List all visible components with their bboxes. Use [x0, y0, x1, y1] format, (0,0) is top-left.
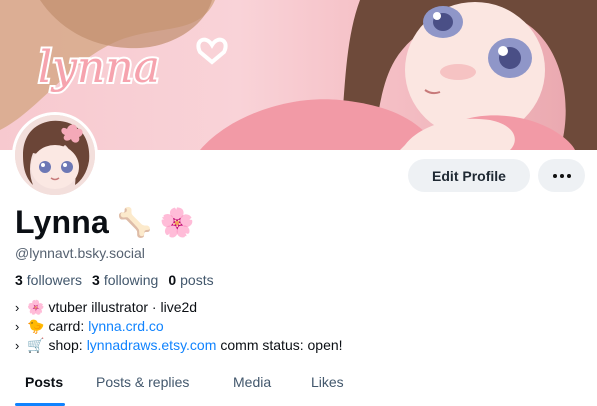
profile-tabs: Posts Posts & replies Media Likes: [0, 363, 597, 406]
more-options-button[interactable]: [538, 159, 585, 192]
followers-stat[interactable]: 3 followers: [15, 272, 82, 288]
following-count: 3: [92, 272, 100, 288]
bone-emoji-icon: 🦴: [117, 207, 152, 238]
bio-line: › 🐤 carrd: lynna.crd.co: [15, 317, 343, 336]
edit-profile-button[interactable]: Edit Profile: [408, 159, 530, 192]
profile-stats: 3 followers 3 following 0 posts: [15, 272, 214, 288]
sakura-emoji-icon: 🌸: [27, 299, 45, 315]
display-name: Lynna: [15, 204, 110, 240]
ellipsis-icon-dot: [559, 173, 564, 178]
banner-heart-icon: [196, 37, 228, 65]
sakura-emoji-icon: 🌸: [159, 207, 195, 238]
cart-emoji-icon: 🛒: [27, 337, 45, 353]
bio-text: vtuber illustrator · live2d: [48, 299, 198, 315]
carrd-link[interactable]: lynna.crd.co: [88, 317, 163, 336]
chevron-right-icon: ›: [15, 319, 20, 334]
profile-banner[interactable]: lynna lynna: [0, 0, 597, 150]
chick-emoji-icon: 🐤: [27, 318, 45, 334]
bio-line: › 🛒 shop: lynnadraws.etsy.com comm statu…: [15, 336, 343, 355]
posts-count: 0: [168, 272, 177, 288]
tab-media[interactable]: Media: [233, 363, 271, 390]
posts-stat: 0 posts: [168, 272, 213, 288]
avatar[interactable]: [12, 112, 98, 198]
bio-line: › 🌸 vtuber illustrator · live2d: [15, 298, 343, 317]
avatar-illustration: [15, 115, 95, 195]
following-label: following: [103, 272, 159, 288]
ellipsis-icon: [552, 173, 557, 178]
chevron-right-icon: ›: [15, 300, 20, 315]
bio-prefix: carrd:: [48, 318, 85, 334]
ellipsis-icon-dot: [566, 173, 571, 178]
followers-count: 3: [15, 272, 23, 288]
profile-handle: @lynnavt.bsky.social: [15, 245, 145, 261]
banner-logo-text-fill: lynna: [38, 42, 160, 93]
bio-suffix: comm status: open!: [220, 337, 343, 353]
profile-bio: › 🌸 vtuber illustrator · live2d › 🐤 carr…: [15, 298, 343, 355]
banner-illustration: lynna lynna: [0, 0, 597, 150]
chevron-right-icon: ›: [15, 338, 20, 353]
display-name-row: Lynna 🦴 🌸: [15, 204, 195, 241]
tab-posts[interactable]: Posts: [25, 363, 63, 390]
posts-label: posts: [180, 272, 214, 288]
tab-posts-and-replies[interactable]: Posts & replies: [96, 363, 189, 390]
shop-link[interactable]: lynnadraws.etsy.com: [87, 336, 217, 355]
following-stat[interactable]: 3 following: [92, 272, 158, 288]
followers-label: followers: [26, 272, 83, 288]
tab-likes[interactable]: Likes: [311, 363, 344, 390]
bio-prefix: shop:: [48, 337, 83, 353]
